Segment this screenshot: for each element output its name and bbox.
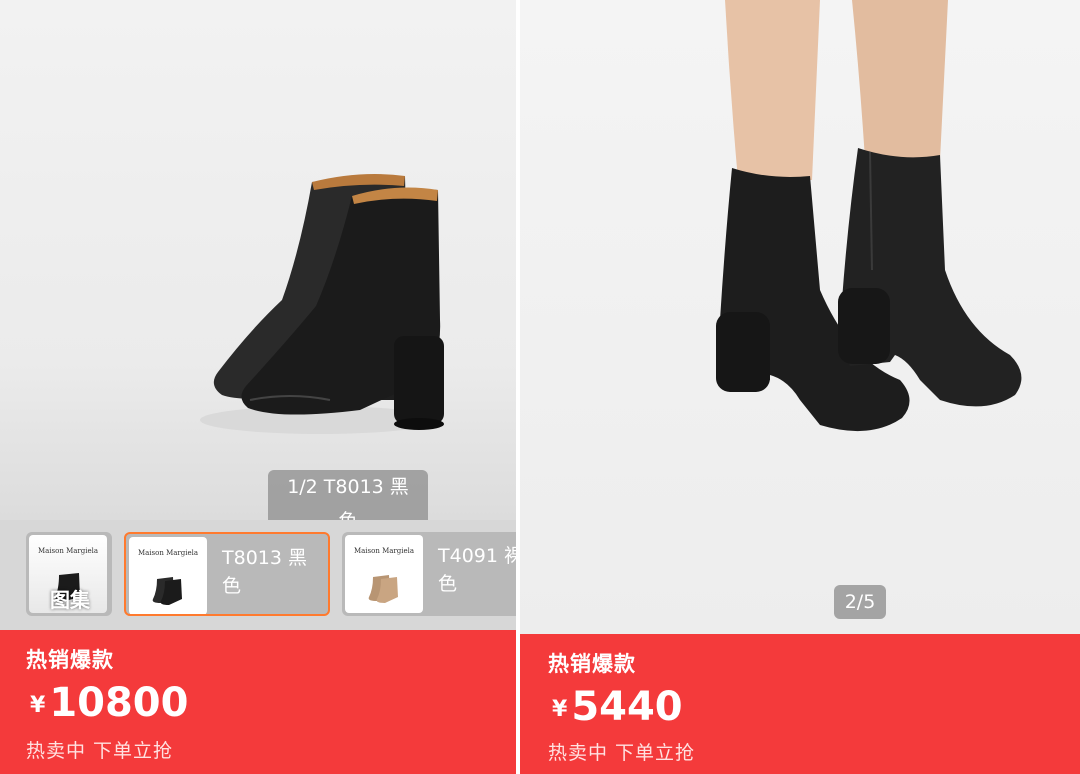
variant-label: T8013 黑色 [222,547,307,597]
right-product-listing: 2/5 热销爆款 ¥5440 热卖中 下单立抢 [520,0,1080,774]
variant-nude[interactable]: Maison Margiela T4091 裸色 [342,532,516,616]
promo-banner: 热销爆款 ¥5440 热卖中 下单立抢 [520,634,1080,774]
product-image-main[interactable]: 1/2 T8013 黑色 [0,0,516,538]
image-counter: 2/5 [834,585,886,619]
currency-symbol: ¥ [30,693,46,718]
variant-thumbnail: Maison Margiela [129,537,207,614]
left-product-listing: 1/2 T8013 黑色 Maison Margiela 图集 Maison M… [0,0,516,774]
thumbnail-brand: Maison Margiela [37,547,99,555]
promo-subtitle: 热卖中 下单立抢 [548,742,696,764]
variant-selector: Maison Margiela 图集 Maison Margiela T8013… [0,520,516,630]
variant-label: T4091 裸色 [438,545,516,595]
promo-tag: 热销爆款 [26,648,114,672]
price-value: 5440 [571,684,683,730]
promo-tag: 热销爆款 [548,652,636,676]
boots-product-photo [200,174,444,434]
variant-thumbnail: Maison Margiela [345,535,423,613]
product-image-model[interactable]: 2/5 [520,0,1080,634]
price: ¥10800 [30,680,188,726]
variant-black[interactable]: Maison Margiela T8013 黑色 [124,532,330,616]
model-wearing-boots-photo [716,0,1022,432]
price-value: 10800 [49,680,189,726]
promo-banner: 热销爆款 ¥10800 热卖中 下单立抢 [0,630,516,774]
price: ¥5440 [552,684,683,730]
variant-gallery[interactable]: Maison Margiela 图集 [26,532,112,616]
currency-symbol: ¥ [552,697,568,722]
thumbnail-brand: Maison Margiela [137,549,199,557]
thumbnail-brand: Maison Margiela [353,547,415,555]
gallery-label: 图集 [50,588,90,612]
promo-subtitle: 热卖中 下单立抢 [26,740,174,762]
